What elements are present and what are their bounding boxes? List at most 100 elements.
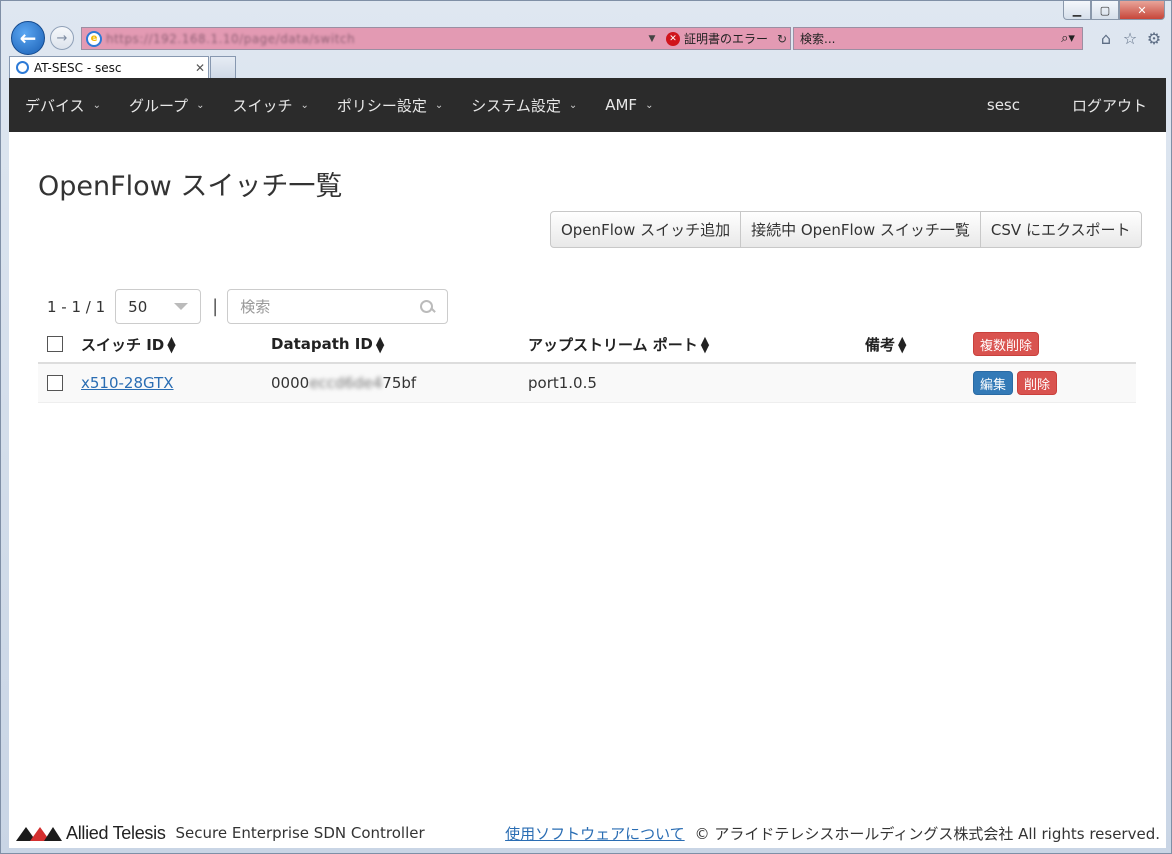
nav-item-switches[interactable]: スイッチ ⌄ (216, 78, 320, 132)
connected-switches-button[interactable]: 接続中 OpenFlow スイッチ一覧 (741, 212, 981, 247)
header-datapath-id[interactable]: Datapath ID ▲ ▼ (271, 333, 528, 355)
page-title: OpenFlow スイッチ一覧 (38, 171, 343, 202)
table-search-input[interactable]: 検索 (227, 289, 449, 324)
switch-id-link[interactable]: x510-28GTX (81, 374, 174, 392)
search-icon (419, 299, 435, 315)
nav-item-policy[interactable]: ポリシー設定 ⌄ (321, 78, 455, 132)
delete-button[interactable]: 削除 (1017, 371, 1058, 395)
pager-bar: 1 - 1 / 1 50 | 検索 (47, 289, 449, 324)
sort-icon: ▲ ▼ (898, 334, 907, 355)
allied-telesis-logo: Allied Telesis (16, 823, 166, 844)
settings-gear-icon[interactable]: ⚙ (1145, 29, 1163, 48)
forward-arrow-icon[interactable]: → (50, 26, 74, 50)
pager-separator: | (212, 296, 219, 317)
page-footer: Allied Telesis Secure Enterprise SDN Con… (9, 818, 1166, 848)
record-count: 1 - 1 / 1 (47, 297, 106, 316)
nav-item-system[interactable]: システム設定 ⌄ (455, 78, 589, 132)
chevron-down-icon: ⌄ (300, 99, 309, 111)
nav-user[interactable]: sesc (961, 96, 1046, 114)
cell-datapath-id: 0000eccd6de475bf (271, 374, 528, 392)
close-window-icon[interactable]: ✕ (1119, 1, 1165, 20)
logout-link[interactable]: ログアウト (1046, 95, 1166, 116)
sort-icon: ▲ ▼ (700, 334, 710, 355)
browser-tabs: AT-SESC - sesc ✕ (9, 56, 1163, 78)
bulk-delete-button[interactable]: 複数削除 (973, 332, 1040, 356)
home-icon[interactable]: ⌂ (1097, 29, 1115, 48)
minimize-icon[interactable]: ▁ (1063, 1, 1091, 20)
datapath-suffix: 75bf (382, 374, 417, 392)
logo-text: Allied Telesis (66, 822, 166, 843)
sort-icon: ▲ ▼ (375, 333, 385, 355)
table-header: スイッチ ID ▲ ▼ Datapath ID ▲ ▼ アップストリーム ポート ▲ ▼ 備… (38, 326, 1136, 364)
nav-label: デバイス (25, 96, 85, 115)
header-label: スイッチ ID (81, 335, 165, 354)
edit-button[interactable]: 編集 (973, 371, 1014, 395)
new-tab-button[interactable] (210, 56, 236, 78)
maximize-icon[interactable]: ▢ (1091, 1, 1119, 20)
tab-title: AT-SESC - sesc (34, 60, 122, 75)
export-csv-button[interactable]: CSV にエクスポート (981, 212, 1141, 247)
nav-label: ポリシー設定 (336, 96, 427, 115)
browser-search-box[interactable]: 検索... ⌕▾ (793, 27, 1083, 50)
select-all-checkbox[interactable] (47, 336, 63, 352)
browser-window: ▁ ▢ ✕ ← → e https://192.168.1.10/page/da… (0, 0, 1172, 854)
copyright: © アライドテレシスホールディングス株式会社 All rights reserv… (694, 824, 1160, 843)
ie-icon: e (86, 30, 102, 47)
datapath-prefix: 0000 (271, 374, 310, 392)
nav-item-devices[interactable]: デバイス ⌄ (9, 78, 113, 132)
caret-down-icon (174, 303, 189, 310)
chevron-down-icon: ⌄ (645, 99, 654, 111)
table-search-placeholder: 検索 (240, 298, 271, 316)
browser-toolbar: ← → e https://192.168.1.10/page/data/swi… (9, 21, 1163, 55)
tab-ie-icon (16, 61, 29, 74)
action-button-group: OpenFlow スイッチ追加 接続中 OpenFlow スイッチ一覧 CSV … (550, 211, 1142, 248)
refresh-icon[interactable]: ↻ (774, 32, 790, 46)
chevron-down-icon: ⌄ (434, 99, 444, 111)
browser-search-placeholder: 検索... (800, 32, 836, 46)
page-viewport: デバイス ⌄ グループ ⌄ スイッチ ⌄ ポリシー設定 ⌄ システム設定 ⌄ AMF ⌄ s… (9, 78, 1166, 848)
table-row: x510-28GTX 0000eccd6de475bf port1.0.5 編集… (38, 364, 1136, 403)
search-icon[interactable]: ⌕▾ (1054, 31, 1082, 46)
nav-item-groups[interactable]: グループ ⌄ (113, 78, 217, 132)
switch-table: スイッチ ID ▲ ▼ Datapath ID ▲ ▼ アップストリーム ポート ▲ ▼ 備… (38, 326, 1136, 403)
row-checkbox-cell (38, 375, 81, 391)
product-name: Secure Enterprise SDN Controller (175, 824, 425, 842)
datapath-redacted: eccd6de4 (309, 374, 383, 392)
browser-tab-active[interactable]: AT-SESC - sesc ✕ (9, 56, 209, 78)
nav-label: AMF (605, 96, 638, 114)
add-switch-button[interactable]: OpenFlow スイッチ追加 (551, 212, 742, 247)
header-label: アップストリーム ポート (528, 335, 698, 354)
nav-label: システム設定 (471, 96, 561, 115)
back-arrow-icon[interactable]: ← (11, 21, 45, 55)
cert-error-icon[interactable]: ✕ (665, 31, 680, 46)
chevron-down-icon: ⌄ (196, 99, 205, 111)
page-size-value: 50 (128, 297, 148, 316)
header-note[interactable]: 備考 ▲ ▼ (865, 334, 973, 355)
nav-label: グループ (128, 96, 189, 115)
about-software-link[interactable]: 使用ソフトウェアについて (505, 823, 685, 844)
chevron-down-icon: ⌄ (568, 99, 578, 111)
page-size-select[interactable]: 50 (115, 289, 202, 324)
header-checkbox-cell (38, 336, 81, 352)
address-dropdown-icon[interactable]: ▼ (644, 34, 660, 44)
address-url[interactable]: https://192.168.1.10/page/data/switch (106, 32, 644, 46)
header-switch-id[interactable]: スイッチ ID ▲ ▼ (81, 334, 271, 355)
tab-close-icon[interactable]: ✕ (192, 61, 208, 75)
row-checkbox[interactable] (47, 375, 63, 391)
sort-icon: ▲ ▼ (167, 334, 176, 355)
app-navbar: デバイス ⌄ グループ ⌄ スイッチ ⌄ ポリシー設定 ⌄ システム設定 ⌄ AMF ⌄ s… (9, 78, 1166, 132)
nav-label: スイッチ (232, 96, 293, 115)
cert-error-label[interactable]: 証明書のエラー (684, 30, 768, 47)
nav-item-amf[interactable]: AMF ⌄ (589, 78, 665, 132)
cell-upstream-port: port1.0.5 (528, 374, 597, 392)
favorites-star-icon[interactable]: ☆ (1121, 29, 1139, 48)
header-upstream-port[interactable]: アップストリーム ポート ▲ ▼ (528, 334, 865, 355)
cell-actions: 編集 削除 (973, 371, 1136, 395)
chevron-down-icon: ⌄ (92, 99, 101, 111)
address-bar[interactable]: e https://192.168.1.10/page/data/switch … (81, 27, 791, 50)
browser-tool-icons: ⌂ ☆ ⚙ (1097, 29, 1163, 48)
cell-switch-id: x510-28GTX (81, 374, 271, 392)
logo-mark-icon (16, 825, 62, 841)
header-label: Datapath ID (271, 335, 373, 353)
header-label: 備考 (865, 335, 896, 354)
